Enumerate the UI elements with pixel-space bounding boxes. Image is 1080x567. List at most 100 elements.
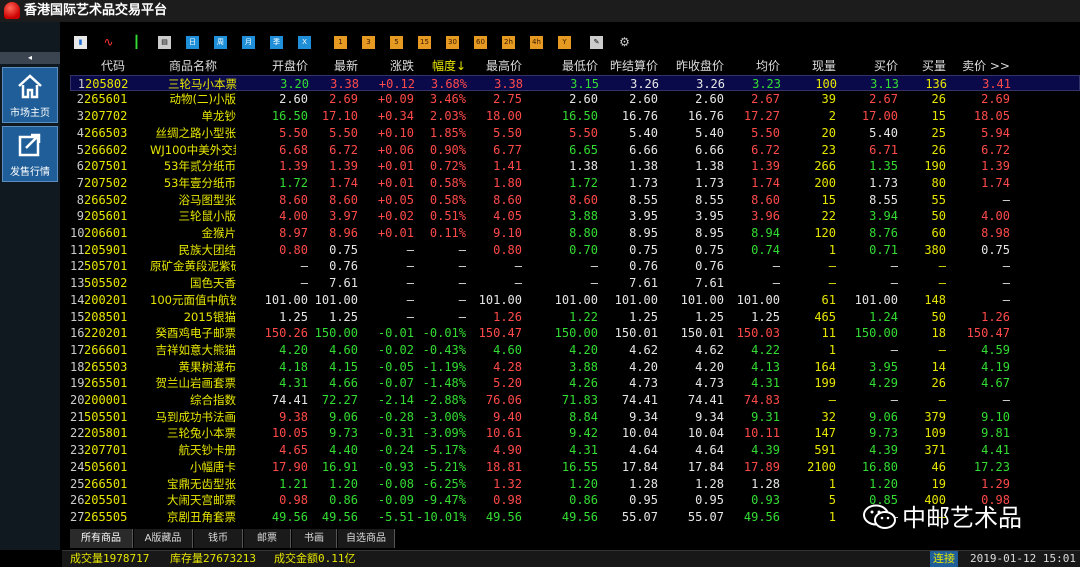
table-row[interactable]: 8 266502 浴马图型张 8.60 8.60 +0.05 0.58% 8.60 8.60 8.… — [70, 192, 1080, 209]
tab-0[interactable]: 所有商品 — [70, 529, 133, 548]
column-header[interactable]: 卖价 >> — [952, 58, 1010, 75]
table-row[interactable]: 19 265501 贺兰山岩画套票 4.31 4.66 -0.07 -1.48% 5.20 4.… — [70, 375, 1080, 392]
tab-1[interactable]: A版藏品 — [134, 529, 193, 548]
column-header[interactable]: 最低价 — [546, 58, 598, 75]
period-month-button[interactable]: 月 — [242, 36, 255, 49]
table-cell: 4.20 — [279, 342, 308, 357]
table-row[interactable]: 20 200001 综合指数 74.41 72.27 -2.14 -2.88% 76.06 71… — [70, 392, 1080, 409]
table-row[interactable]: 14 200201 100元面值中航钞 101.00 101.00 — — 101.00 101… — [70, 292, 1080, 309]
table-row[interactable]: 22 205801 三轮兔小本票 10.05 9.73 -0.31 -3.09% 10.61 9… — [70, 425, 1080, 442]
table-row[interactable]: 9 205601 三轮鼠小版 4.00 3.97 +0.02 0.51% 4.05 3.88 3.… — [70, 208, 1080, 225]
column-header[interactable]: 幅度↓ — [416, 58, 466, 75]
period-4h-button[interactable]: 4h — [530, 36, 543, 49]
period-y-button[interactable]: Y — [558, 36, 571, 49]
table-row[interactable]: 24 505601 小幅唐卡 17.90 16.91 -0.93 -5.21% 18.81 16… — [70, 459, 1080, 476]
sidebar-collapse-button[interactable]: ◂ — [0, 52, 60, 64]
table-cell: 2.69 — [981, 92, 1010, 107]
bar-chart-icon[interactable]: ▮ — [74, 36, 87, 49]
period-30min-button[interactable]: 30 — [446, 36, 459, 49]
table-row[interactable]: 21 505501 马到成功书法画 9.38 9.06 -0.28 -3.00% 9.40 8.… — [70, 409, 1080, 426]
column-header[interactable]: 代码 — [84, 58, 142, 75]
table-cell: 6.72 — [329, 142, 358, 157]
candle-chart-icon[interactable]: ┃ — [130, 36, 143, 49]
table-row[interactable]: 4 266503 丝绸之路小型张 5.50 5.50 +0.10 1.85% 5.50 5.50… — [70, 125, 1080, 142]
column-header[interactable]: 买量 — [898, 58, 946, 75]
table-cell: 15 — [821, 192, 836, 207]
table-cell: 1.29 — [981, 476, 1010, 491]
period-15min-button[interactable]: 15 — [418, 36, 431, 49]
period-2h-button[interactable]: 2h — [502, 36, 515, 49]
table-row[interactable]: 11 205901 民族大团结 0.80 0.75 — — 0.80 0.70 0.75 0.75 0… — [70, 242, 1080, 259]
table-cell: 1.41 — [493, 159, 522, 174]
table-row[interactable]: 5 266602 WJ100中美外交封 6.68 6.72 +0.06 0.90% 6.77 6… — [70, 142, 1080, 159]
table-cell: 1.74 — [751, 175, 780, 190]
table-row[interactable]: 3 207702 单龙钞 16.50 17.10 +0.34 2.03% 18.00 16.50… — [70, 108, 1080, 125]
table-row[interactable]: 23 207701 航天钞卡册 4.65 4.40 -0.24 -5.17% 4.90 4.31… — [70, 442, 1080, 459]
table-cell: 4.22 — [751, 342, 780, 357]
period-60min-button[interactable]: 60 — [474, 36, 487, 49]
column-header[interactable]: 买价 — [842, 58, 898, 75]
table-cell: 148 — [924, 292, 946, 307]
table-cell: 23 — [821, 142, 836, 157]
column-header[interactable]: 最新 — [314, 58, 358, 75]
table-cell: — — [590, 276, 598, 291]
table-cell: 1.72 — [569, 175, 598, 190]
column-header[interactable]: 均价 — [730, 58, 780, 75]
table-row[interactable]: 13 505502 国色天香 — 7.61 — — — — 7.61 7.61 — — — — — — [70, 275, 1080, 292]
table-cell: 9.31 — [751, 409, 780, 424]
nav-sell-quote-button[interactable]: 发售行情 — [2, 126, 58, 182]
tab-3[interactable]: 邮票 — [244, 529, 291, 548]
period-year-button[interactable]: X — [298, 36, 311, 49]
table-icon[interactable]: ▤ — [158, 36, 171, 49]
column-header[interactable]: 最高价 — [468, 58, 522, 75]
period-day-button[interactable]: 日 — [186, 36, 199, 49]
column-header[interactable]: 昨结算价 — [602, 58, 658, 75]
table-cell: 0.51% — [429, 209, 466, 224]
period-season-button[interactable]: 季 — [270, 36, 283, 49]
table-cell: 505601 — [84, 459, 128, 474]
table-cell: 5.94 — [981, 125, 1010, 140]
column-header[interactable]: 商品名称 — [150, 58, 236, 75]
tab-2[interactable]: 钱币 — [194, 529, 243, 548]
period-week-button[interactable]: 周 — [214, 36, 227, 49]
nav-market-home-button[interactable]: 市场主页 — [2, 67, 58, 123]
period-3min-button[interactable]: 3 — [362, 36, 375, 49]
table-row[interactable]: 17 266601 吉祥如意大熊猫 4.20 4.60 -0.02 -0.43% 4.60 4.… — [70, 342, 1080, 359]
draw-icon[interactable]: ✎ — [590, 36, 603, 49]
table-cell: 民族大团结 — [178, 242, 237, 257]
table-row[interactable]: 16 220201 癸酉鸡电子邮票 150.26 150.00 -0.01 -0.01% 15… — [70, 325, 1080, 342]
table-row[interactable]: 1 205802 三轮马小本票 3.20 3.38 +0.12 3.68% 3.38 3.15 3… — [70, 74, 1080, 92]
table-cell: 9.73 — [869, 426, 898, 441]
table-row[interactable]: 25 266501 宝鼎无齿型张 1.21 1.20 -0.08 -6.25% 1.32 1.2… — [70, 476, 1080, 493]
table-row[interactable]: 15 208501 2015银猫 1.25 1.25 — — 1.26 1.22 1.25 1.25… — [70, 309, 1080, 326]
column-header[interactable]: 昨收盘价 — [662, 58, 724, 75]
table-row[interactable]: 7 207502 53年壹分纸币 1.72 1.74 +0.01 0.58% 1.80 1.72… — [70, 175, 1080, 192]
settings-icon[interactable]: ⚙ — [618, 36, 631, 49]
period-1min-button[interactable]: 1 — [334, 36, 347, 49]
table-cell: 4.62 — [629, 342, 658, 357]
table-row[interactable]: 10 206601 金猴片 8.97 8.96 +0.01 0.11% 9.10 8.80 8.9… — [70, 225, 1080, 242]
table-row[interactable]: 6 207501 53年贰分纸币 1.39 1.39 +0.01 0.72% 1.41 1.38… — [70, 158, 1080, 175]
left-sidebar: ◂ 市场主页 发售行情 — [0, 22, 60, 550]
line-chart-icon[interactable]: ∿ — [102, 36, 115, 49]
table-cell: 0.98 — [279, 493, 308, 508]
column-header[interactable]: 开盘价 — [246, 58, 308, 75]
table-row[interactable]: 18 265503 黄果树瀑布 4.18 4.15 -0.05 -1.19% 4.28 3.88… — [70, 359, 1080, 376]
table-row[interactable]: 2 265601 动物(二)小版 2.60 2.69 +0.09 3.46% 2.75 2.60… — [70, 91, 1080, 108]
table-cell: 49.56 — [561, 509, 598, 524]
column-header[interactable]: 现量 — [788, 58, 836, 75]
period-5min-button[interactable]: 5 — [390, 36, 403, 49]
table-cell: 3.23 — [752, 76, 781, 91]
table-cell: 72.27 — [321, 393, 358, 407]
table-cell: 4.13 — [751, 359, 780, 374]
table-cell: 4.62 — [695, 342, 724, 357]
column-header[interactable]: 涨跌 — [364, 58, 414, 75]
table-cell: 19 — [931, 476, 946, 491]
table-cell: 8.60 — [493, 192, 522, 207]
table-cell: 1.25 — [695, 309, 724, 324]
tab-5[interactable]: 自选商品 — [338, 529, 395, 548]
tab-4[interactable]: 书画 — [292, 529, 337, 548]
table-cell: 4.67 — [981, 376, 1010, 391]
table-row[interactable]: 12505701 原矿金黄段泥紫砂壶 — 0.76 — — — — 0.76 0.76 — — — — — — [70, 258, 1080, 275]
table-cell: — — [1002, 259, 1010, 274]
